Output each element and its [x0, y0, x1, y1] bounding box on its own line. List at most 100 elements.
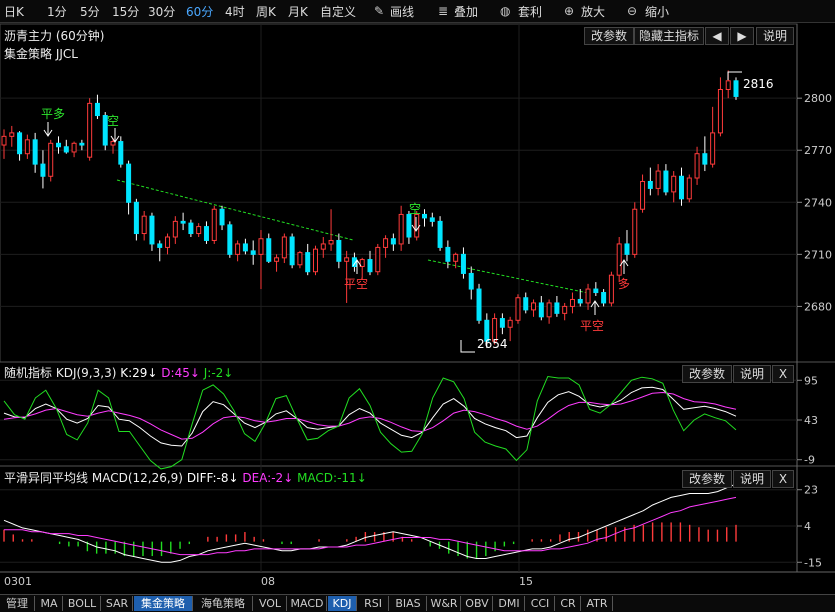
macd-lines: [3, 483, 737, 563]
candle-body: [663, 170, 669, 193]
low-price-label: 2654: [477, 337, 508, 351]
candle-body: [515, 297, 521, 321]
candle-body: [157, 243, 163, 248]
candle-body: [577, 298, 583, 304]
candle-body: [336, 239, 342, 262]
y-tick-label: 4: [804, 520, 811, 533]
macd-name: 平滑异同平均线: [4, 471, 89, 485]
candle-body: [616, 243, 622, 276]
tab-wr[interactable]: W&R: [428, 596, 461, 611]
tab-manage[interactable]: 管理: [0, 596, 35, 611]
candle-body: [94, 102, 100, 117]
candle-body: [250, 250, 256, 255]
candle-body: [437, 220, 443, 248]
candle-body: [110, 141, 116, 146]
kdj-header: 随机指标 KDJ(9,3,3) K:29↓ D:45↓ J:-2↓: [4, 364, 233, 381]
candle-body: [546, 302, 552, 318]
candle-body: [624, 243, 630, 255]
chart-canvas[interactable]: 268027102740277028009543-9234-15 平多 空 空 …: [0, 0, 835, 611]
macd-params: MACD(12,26,9): [91, 471, 183, 485]
candle-body: [476, 288, 482, 321]
signal-kong: 空: [409, 202, 421, 216]
low-marker: [460, 340, 475, 353]
kdj-j-line: [3, 375, 737, 470]
edit-params-button[interactable]: 改参数: [584, 27, 634, 45]
candle-body: [585, 288, 591, 304]
arrow-left-icon[interactable]: ◀: [705, 27, 729, 45]
candle-body: [328, 239, 334, 245]
candle-body: [367, 259, 373, 273]
y-tick-label: -9: [804, 454, 815, 467]
kdj-close-icon[interactable]: X: [772, 365, 794, 383]
candle-body: [165, 236, 171, 248]
tab-jjcl[interactable]: 集金策略: [134, 596, 193, 611]
hide-main-indicator-button[interactable]: 隐藏主指标: [634, 27, 704, 45]
tab-ma[interactable]: MA: [36, 596, 63, 611]
candle-body: [211, 208, 217, 241]
macd-diff-line: [3, 483, 737, 563]
macd-dea-value: DEA:-2↓: [242, 471, 294, 485]
tab-vol[interactable]: VOL: [254, 596, 287, 611]
tab-boll[interactable]: BOLL: [64, 596, 101, 611]
candle-body: [9, 132, 15, 137]
up-arrow-icon: [590, 300, 600, 315]
y-tick-label: 2710: [804, 248, 832, 261]
candle-body: [149, 215, 155, 245]
candle-body: [344, 257, 350, 262]
tab-atr[interactable]: ATR: [582, 596, 613, 611]
macd-close-icon[interactable]: X: [772, 470, 794, 488]
kdj-k-value: K:29↓: [120, 366, 158, 380]
tab-turtle[interactable]: 海龟策略: [194, 596, 253, 611]
high-marker: [727, 71, 742, 80]
candle-body: [398, 213, 404, 245]
y-tick-label: 2770: [804, 144, 832, 157]
tab-obv[interactable]: OBV: [462, 596, 493, 611]
tab-rsi[interactable]: RSI: [358, 596, 389, 611]
candle-body: [523, 297, 529, 311]
candle-body: [562, 305, 568, 314]
tab-sar[interactable]: SAR: [102, 596, 133, 611]
candle-body: [17, 132, 23, 155]
candle-body: [320, 243, 326, 250]
candle-body: [422, 213, 428, 219]
candle-body: [126, 163, 132, 203]
kdj-grid: [0, 379, 797, 461]
x-label: 0301: [4, 575, 32, 588]
candle-body: [678, 175, 684, 200]
tab-macd[interactable]: MACD: [288, 596, 327, 611]
candle-body: [305, 252, 311, 273]
candle-body: [710, 132, 716, 165]
kdj-edit-params-button[interactable]: 改参数: [682, 365, 732, 383]
candle-body: [196, 226, 202, 235]
candle-body: [632, 208, 638, 255]
tab-cci[interactable]: CCI: [526, 596, 555, 611]
candle-body: [235, 243, 241, 255]
candle-body: [538, 302, 544, 318]
tab-kdj[interactable]: KDJ: [328, 596, 357, 611]
candle-body: [717, 89, 723, 134]
macd-edit-params-button[interactable]: 改参数: [682, 470, 732, 488]
macd-header: 平滑异同平均线 MACD(12,26,9) DIFF:-8↓ DEA:-2↓ M…: [4, 469, 367, 486]
arrow-right-icon[interactable]: ▶: [730, 27, 754, 45]
y-tick-label: 23: [804, 484, 818, 497]
candle-body: [266, 238, 272, 262]
tab-cr[interactable]: CR: [556, 596, 581, 611]
candle-body: [71, 142, 77, 153]
kdj-help-button[interactable]: 说明: [733, 365, 771, 383]
candle-body: [188, 222, 194, 235]
candle-body: [203, 226, 209, 241]
candle-body: [647, 180, 653, 189]
candle-body: [499, 318, 505, 328]
candle-body: [468, 272, 474, 290]
candle-body: [312, 248, 318, 273]
tab-dmi[interactable]: DMI: [494, 596, 525, 611]
signal-ping-kong: 平空: [344, 277, 368, 291]
candle-body: [453, 253, 459, 262]
macd-grid: [0, 489, 797, 563]
macd-help-button[interactable]: 说明: [733, 470, 771, 488]
candle-body: [1, 135, 7, 146]
tab-bias[interactable]: BIAS: [390, 596, 427, 611]
help-button[interactable]: 说明: [756, 27, 794, 45]
candle-body: [460, 253, 466, 274]
candle-body: [429, 217, 435, 222]
